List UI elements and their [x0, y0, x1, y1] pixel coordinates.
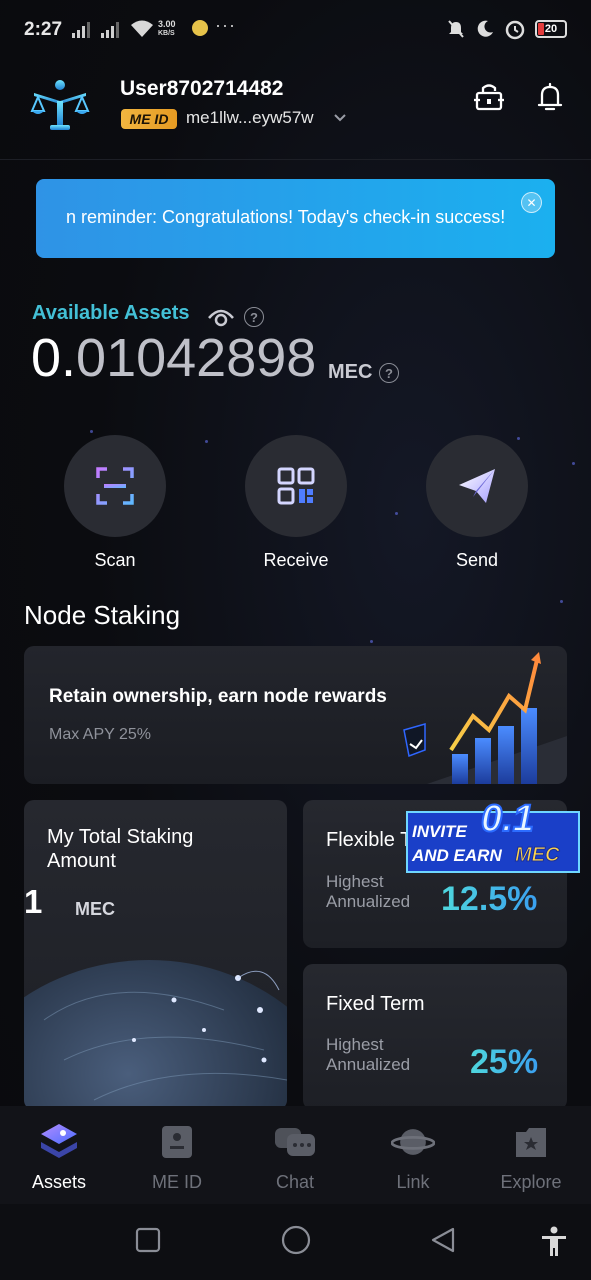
flexible-apy: 12.5% — [441, 880, 538, 918]
id-card-icon — [155, 1120, 199, 1164]
nav-chat-label: Chat — [275, 1172, 315, 1192]
receive-button[interactable]: Receive — [244, 435, 348, 571]
nav-me-id-label: ME ID — [151, 1172, 202, 1192]
chat-icon — [273, 1120, 317, 1164]
balance-lead: 0. — [31, 328, 77, 388]
send-circle[interactable] — [426, 435, 528, 537]
flexible-title: Flexible T — [326, 829, 413, 851]
recents-icon[interactable] — [134, 1226, 162, 1254]
fixed-subtitle: Highest Annualized — [326, 1035, 411, 1074]
system-navigation — [0, 1204, 591, 1280]
signal-icon — [101, 22, 119, 38]
planet-icon — [391, 1120, 435, 1164]
home-icon[interactable] — [280, 1224, 312, 1256]
fixed-title: Fixed Term — [326, 993, 425, 1015]
scales-logo-icon[interactable] — [30, 75, 90, 135]
status-bar: 2:27 3.00 KB/S ··· 20 — [0, 0, 591, 60]
nav-me-id[interactable]: ME ID — [132, 1120, 222, 1193]
banner-text: n reminder: Congratulations! Today's che… — [66, 207, 506, 227]
flexible-subtitle: Highest Annualized — [326, 872, 411, 911]
nav-explore-label: Explore — [500, 1172, 562, 1192]
explore-icon — [509, 1120, 553, 1164]
invite-earn-badge[interactable]: INVITE AND EARN 0.1 MEC — [403, 797, 583, 878]
invite-line1: INVITE — [412, 822, 467, 841]
balance-rest: 01042898 — [76, 328, 317, 388]
scan-label: Scan — [94, 550, 136, 570]
username: User8702714482 — [120, 77, 284, 100]
moon-icon — [477, 20, 493, 37]
wifi-icon — [131, 20, 153, 37]
scan-icon — [96, 467, 134, 505]
signal-icon — [72, 22, 90, 38]
mute-icon — [448, 20, 464, 38]
available-assets-label: Available Assets — [32, 302, 190, 324]
send-label: Send — [455, 550, 499, 570]
scan-button[interactable]: Scan — [63, 435, 167, 571]
chevron-down-icon[interactable] — [333, 113, 347, 123]
paper-plane-icon — [459, 469, 495, 503]
nav-assets-label: Assets — [31, 1172, 87, 1192]
promo-title: Retain ownership, earn node rewards — [49, 686, 387, 707]
scan-circle[interactable] — [64, 435, 166, 537]
send-button[interactable]: Send — [425, 435, 529, 571]
nav-link[interactable]: Link — [368, 1120, 458, 1193]
check-in-banner[interactable]: n reminder: Congratulations! Today's che… — [36, 179, 555, 258]
lock-switch-icon[interactable] — [474, 82, 504, 112]
close-icon[interactable]: ✕ — [521, 192, 542, 213]
node-rewards-card[interactable]: Retain ownership, earn node rewards Max … — [24, 646, 567, 784]
bell-icon[interactable] — [535, 82, 565, 112]
qr-code-icon — [277, 467, 315, 505]
network-speed: 3.00 KB/S — [158, 19, 176, 39]
invite-line2: AND EARN — [412, 846, 502, 865]
node-staking-title: Node Staking — [24, 600, 181, 630]
network-speed-unit: KB/S — [158, 30, 175, 37]
network-speed-value: 3.00 — [158, 19, 176, 29]
wallet-address[interactable]: me1llw...eyw57w — [186, 108, 314, 128]
help-icon[interactable]: ? — [379, 363, 399, 383]
assets-icon — [37, 1120, 81, 1164]
status-right: 20 — [446, 18, 567, 40]
invite-unit: MEC — [514, 844, 560, 867]
promo-subtitle: Max APY 25% — [49, 726, 151, 743]
help-icon[interactable]: ? — [244, 307, 264, 327]
notification-emoji-icon — [192, 20, 208, 36]
me-id-badge: ME ID — [121, 109, 177, 129]
alarm-icon — [505, 20, 525, 40]
more-notifications-icon: ··· — [215, 15, 236, 35]
balance-unit: MEC — [328, 361, 373, 383]
receive-circle[interactable] — [245, 435, 347, 537]
fixed-apy: 25% — [470, 1043, 539, 1081]
fixed-term-card[interactable]: Fixed Term Highest Annualized 25% — [303, 964, 567, 1110]
bottom-navigation: Assets ME ID Chat Link Explore — [0, 1106, 591, 1204]
invite-amount: 0.1 — [480, 797, 535, 841]
app-screen: 2:27 3.00 KB/S ··· 20 User8702714482 ME … — [0, 0, 591, 1280]
total-staking-title: My Total Staking Amount — [47, 826, 194, 872]
nav-chat[interactable]: Chat — [250, 1120, 340, 1193]
accessibility-icon[interactable] — [540, 1226, 568, 1258]
globe-icon — [24, 960, 287, 1110]
balance-amount: 0.01042898 — [31, 327, 316, 389]
growth-chart-icon — [403, 652, 567, 784]
nav-link-label: Link — [396, 1172, 430, 1192]
nav-assets[interactable]: Assets — [14, 1120, 104, 1193]
battery-level: 20 — [544, 23, 558, 35]
back-icon[interactable] — [429, 1226, 457, 1254]
total-staking-unit: MEC — [75, 899, 115, 919]
nav-explore[interactable]: Explore — [486, 1120, 576, 1193]
receive-label: Receive — [263, 550, 329, 570]
battery-indicator: 20 — [535, 20, 567, 38]
status-time: 2:27 — [24, 19, 63, 40]
total-staking-amount: 1 — [24, 883, 43, 920]
account-header: User8702714482 ME ID me1llw...eyw57w — [0, 60, 591, 160]
